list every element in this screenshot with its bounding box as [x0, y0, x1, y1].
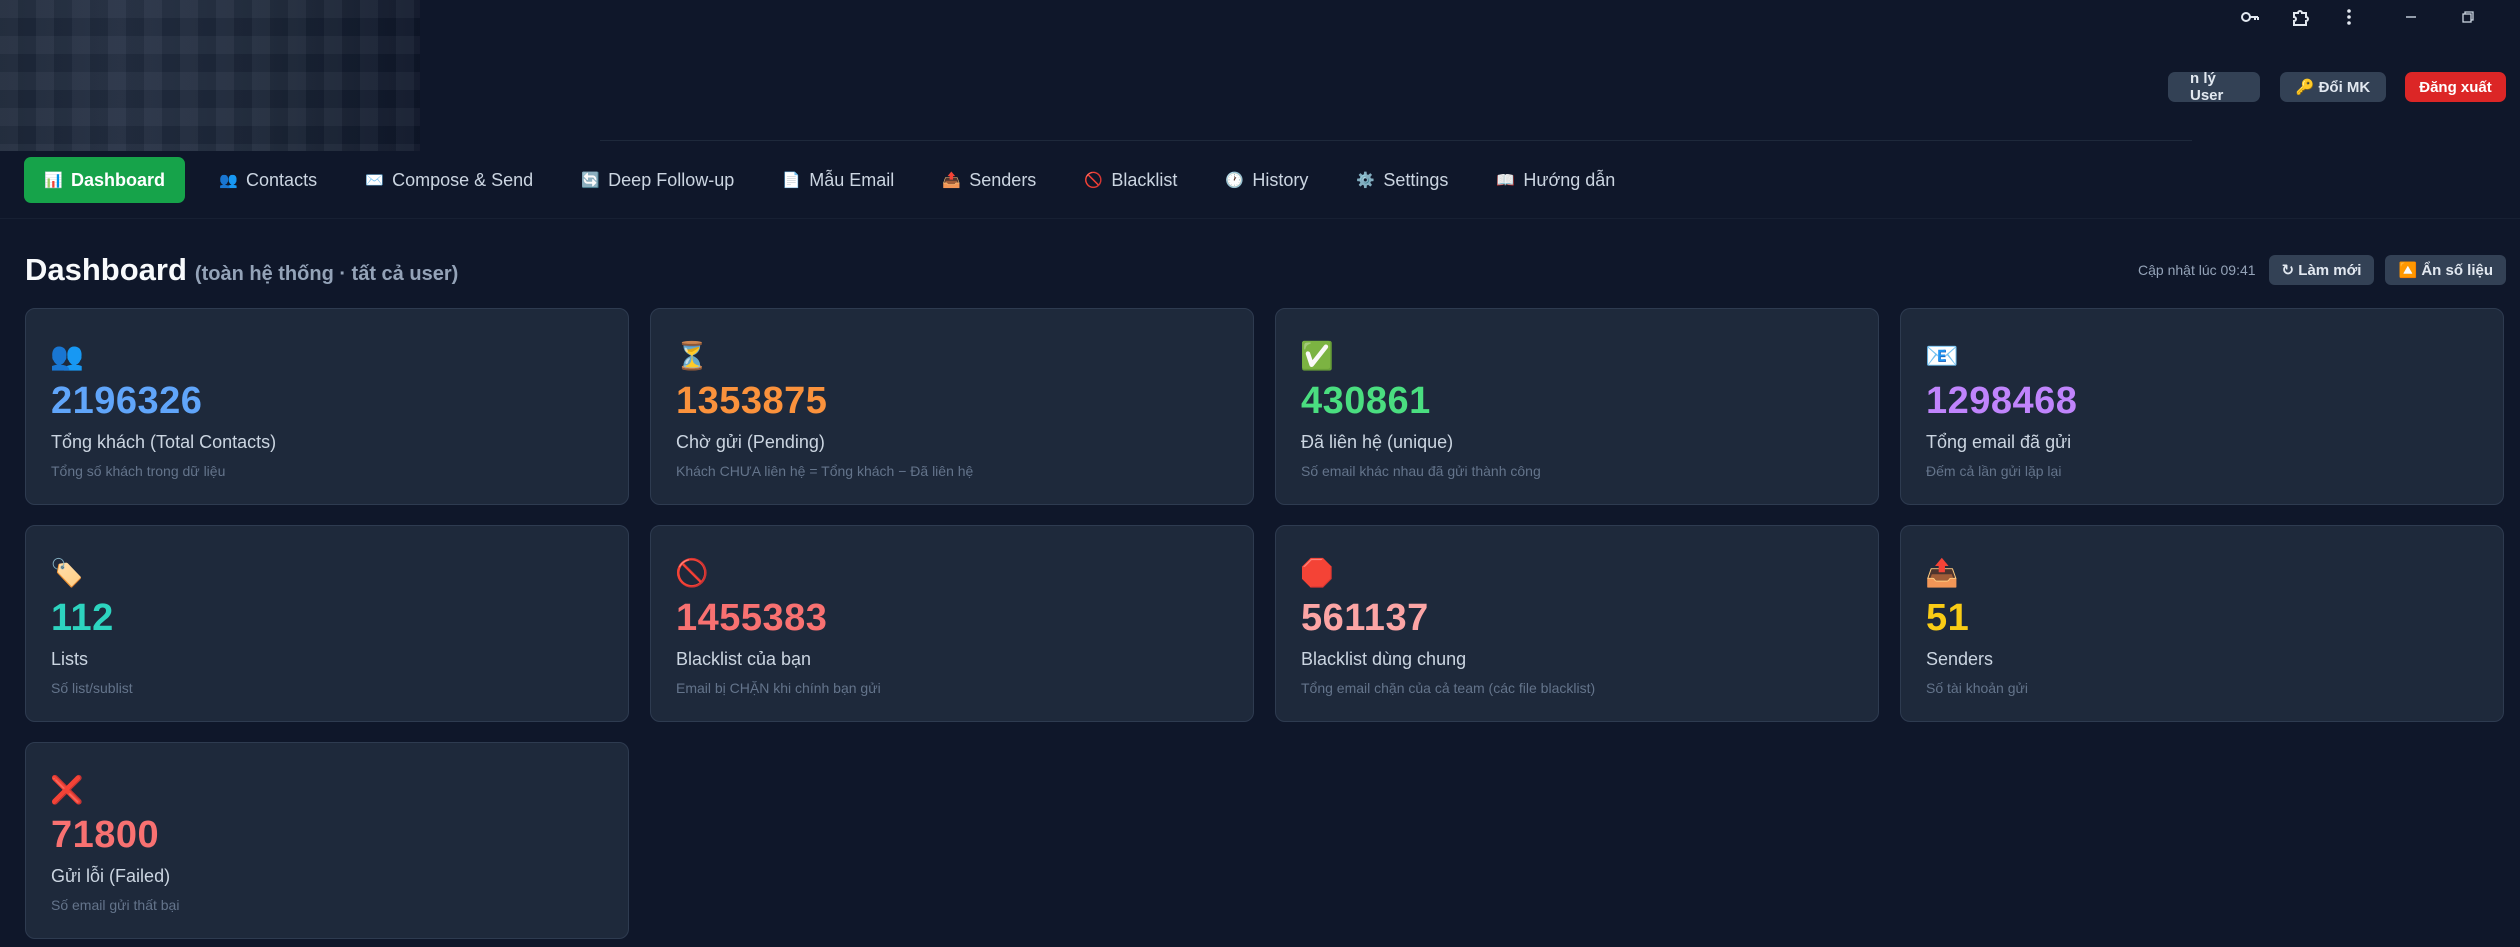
- minimize-icon[interactable]: [2393, 2, 2429, 32]
- dashboard-subtitle: (toàn hệ thống · tất cả user): [194, 263, 459, 285]
- stat-description: Đếm cả lần gửi lặp lại: [1926, 463, 2062, 479]
- stat-card-contacted: ✅ 430861 Đã liên hệ (unique) Số email kh…: [1275, 308, 1879, 505]
- stat-label: Lists: [51, 649, 89, 669]
- users-icon: 👥: [219, 172, 238, 189]
- stat-card-shared-blacklist: 🛑 561137 Blacklist dùng chung Tổng email…: [1275, 525, 1879, 722]
- email-icon: 📧: [1925, 341, 1959, 371]
- key-icon[interactable]: [2232, 2, 2268, 32]
- tab-email-templates[interactable]: 📄 Mẫu Email: [760, 157, 916, 203]
- tab-contacts[interactable]: 👥 Contacts: [197, 157, 339, 203]
- tag-icon: 🏷️: [50, 558, 84, 588]
- stat-description: Email bị CHẶN khi chính bạn gửi: [676, 680, 881, 696]
- refresh-button[interactable]: ↻ Làm mới: [2268, 255, 2375, 285]
- stop-sign-icon: 🛑: [1300, 558, 1334, 588]
- stat-card-senders: 📤 51 Senders Số tài khoản gửi: [1900, 525, 2504, 722]
- dashboard-toolbar: Cập nhật lúc 09:41 ↻ Làm mới 🔼 Ẩn số liệ…: [2138, 255, 2506, 285]
- refresh-icon: 🔄: [581, 172, 600, 189]
- outbox-icon: 📤: [1925, 558, 1959, 588]
- last-updated-text: Cập nhật lúc 09:41: [2138, 262, 2256, 278]
- chart-icon: 📊: [44, 172, 63, 189]
- page-title: Dashboard (toàn hệ thống · tất cả user): [25, 252, 458, 288]
- stat-label: Chờ gửi (Pending): [676, 432, 825, 452]
- stat-value: 1298468: [1926, 380, 2078, 422]
- stat-value: 2196326: [51, 380, 203, 422]
- stat-description: Số tài khoản gửi: [1926, 680, 2028, 696]
- stat-value: 112: [51, 597, 114, 639]
- tab-history[interactable]: 🕐 History: [1203, 157, 1330, 203]
- envelope-icon: ✉️: [365, 172, 384, 189]
- hourglass-icon: ⏳: [675, 341, 709, 371]
- document-icon: 📄: [782, 172, 801, 189]
- prohibited-icon: 🚫: [675, 558, 709, 588]
- stat-description: Tổng email chặn của cả team (các file bl…: [1301, 680, 1596, 696]
- stat-label: Blacklist của bạn: [676, 649, 812, 669]
- stat-card-lists: 🏷️ 112 Lists Số list/sublist: [25, 525, 629, 722]
- stat-description: Số email gửi thất bại: [51, 897, 180, 913]
- outbox-icon: 📤: [942, 172, 961, 189]
- tab-blacklist[interactable]: 🚫 Blacklist: [1062, 157, 1199, 203]
- cross-icon: ❌: [50, 775, 84, 805]
- stat-label: Blacklist dùng chung: [1301, 649, 1467, 669]
- stat-card-failed: ❌ 71800 Gửi lỗi (Failed) Số email gửi th…: [25, 742, 629, 939]
- stat-value: 51: [1926, 597, 1970, 639]
- stat-card-total-contacts: 👥 2196326 Tổng khách (Total Contacts) Tổ…: [25, 308, 629, 505]
- stat-value: 1353875: [676, 380, 828, 422]
- logout-button[interactable]: Đăng xuất: [2405, 72, 2506, 102]
- stat-card-my-blacklist: 🚫 1455383 Blacklist của bạn Email bị CHẶ…: [650, 525, 1254, 722]
- stat-label: Tổng email đã gửi: [1926, 432, 2072, 452]
- stat-description: Số list/sublist: [51, 680, 133, 696]
- change-password-button[interactable]: 🔑 Đổi MK: [2280, 72, 2386, 102]
- more-vert-icon[interactable]: [2331, 2, 2367, 32]
- prohibited-icon: 🚫: [1084, 172, 1103, 189]
- main-nav: 📊 Dashboard 👥 Contacts ✉️ Compose & Send…: [24, 157, 1641, 203]
- tab-compose-send[interactable]: ✉️ Compose & Send: [343, 157, 555, 203]
- tab-dashboard[interactable]: 📊 Dashboard: [24, 157, 186, 203]
- stat-value: 1455383: [676, 597, 828, 639]
- stat-label: Senders: [1926, 649, 1994, 669]
- header-banner: [0, 0, 2192, 151]
- user-management-button[interactable]: n lý User: [2168, 70, 2260, 104]
- restore-icon[interactable]: [2450, 2, 2486, 32]
- tab-settings[interactable]: ⚙️ Settings: [1334, 157, 1470, 203]
- stat-label: Tổng khách (Total Contacts): [51, 432, 277, 452]
- stat-label: Đã liên hệ (unique): [1301, 432, 1454, 452]
- dashboard-heading: Dashboard: [25, 252, 187, 287]
- book-icon: 📖: [1496, 172, 1516, 189]
- tab-deep-follow-up[interactable]: 🔄 Deep Follow-up: [559, 157, 756, 203]
- tab-guide[interactable]: 📖 Hướng dẫn: [1474, 157, 1637, 203]
- extension-icon[interactable]: [2282, 2, 2318, 32]
- users-icon: 👥: [50, 341, 84, 371]
- check-icon: ✅: [1300, 341, 1334, 371]
- gear-icon: ⚙️: [1356, 172, 1376, 189]
- clock-icon: 🕐: [1225, 172, 1245, 189]
- stat-label: Gửi lỗi (Failed): [51, 866, 171, 886]
- stat-value: 71800: [51, 814, 160, 856]
- hide-stats-button[interactable]: 🔼 Ẩn số liệu: [2385, 255, 2506, 285]
- stat-value: 561137: [1301, 597, 1429, 639]
- stat-description: Khách CHƯA liên hệ = Tổng khách − Đã liê…: [676, 463, 974, 479]
- stat-description: Tổng số khách trong dữ liệu: [51, 463, 226, 479]
- stat-card-total-sent: 📧 1298468 Tổng email đã gửi Đếm cả lần g…: [1900, 308, 2504, 505]
- tab-senders[interactable]: 📤 Senders: [920, 157, 1058, 203]
- stat-card-pending: ⏳ 1353875 Chờ gửi (Pending) Khách CHƯA l…: [650, 308, 1254, 505]
- stat-description: Số email khác nhau đã gửi thành công: [1301, 463, 1541, 479]
- stat-value: 430861: [1301, 380, 1431, 422]
